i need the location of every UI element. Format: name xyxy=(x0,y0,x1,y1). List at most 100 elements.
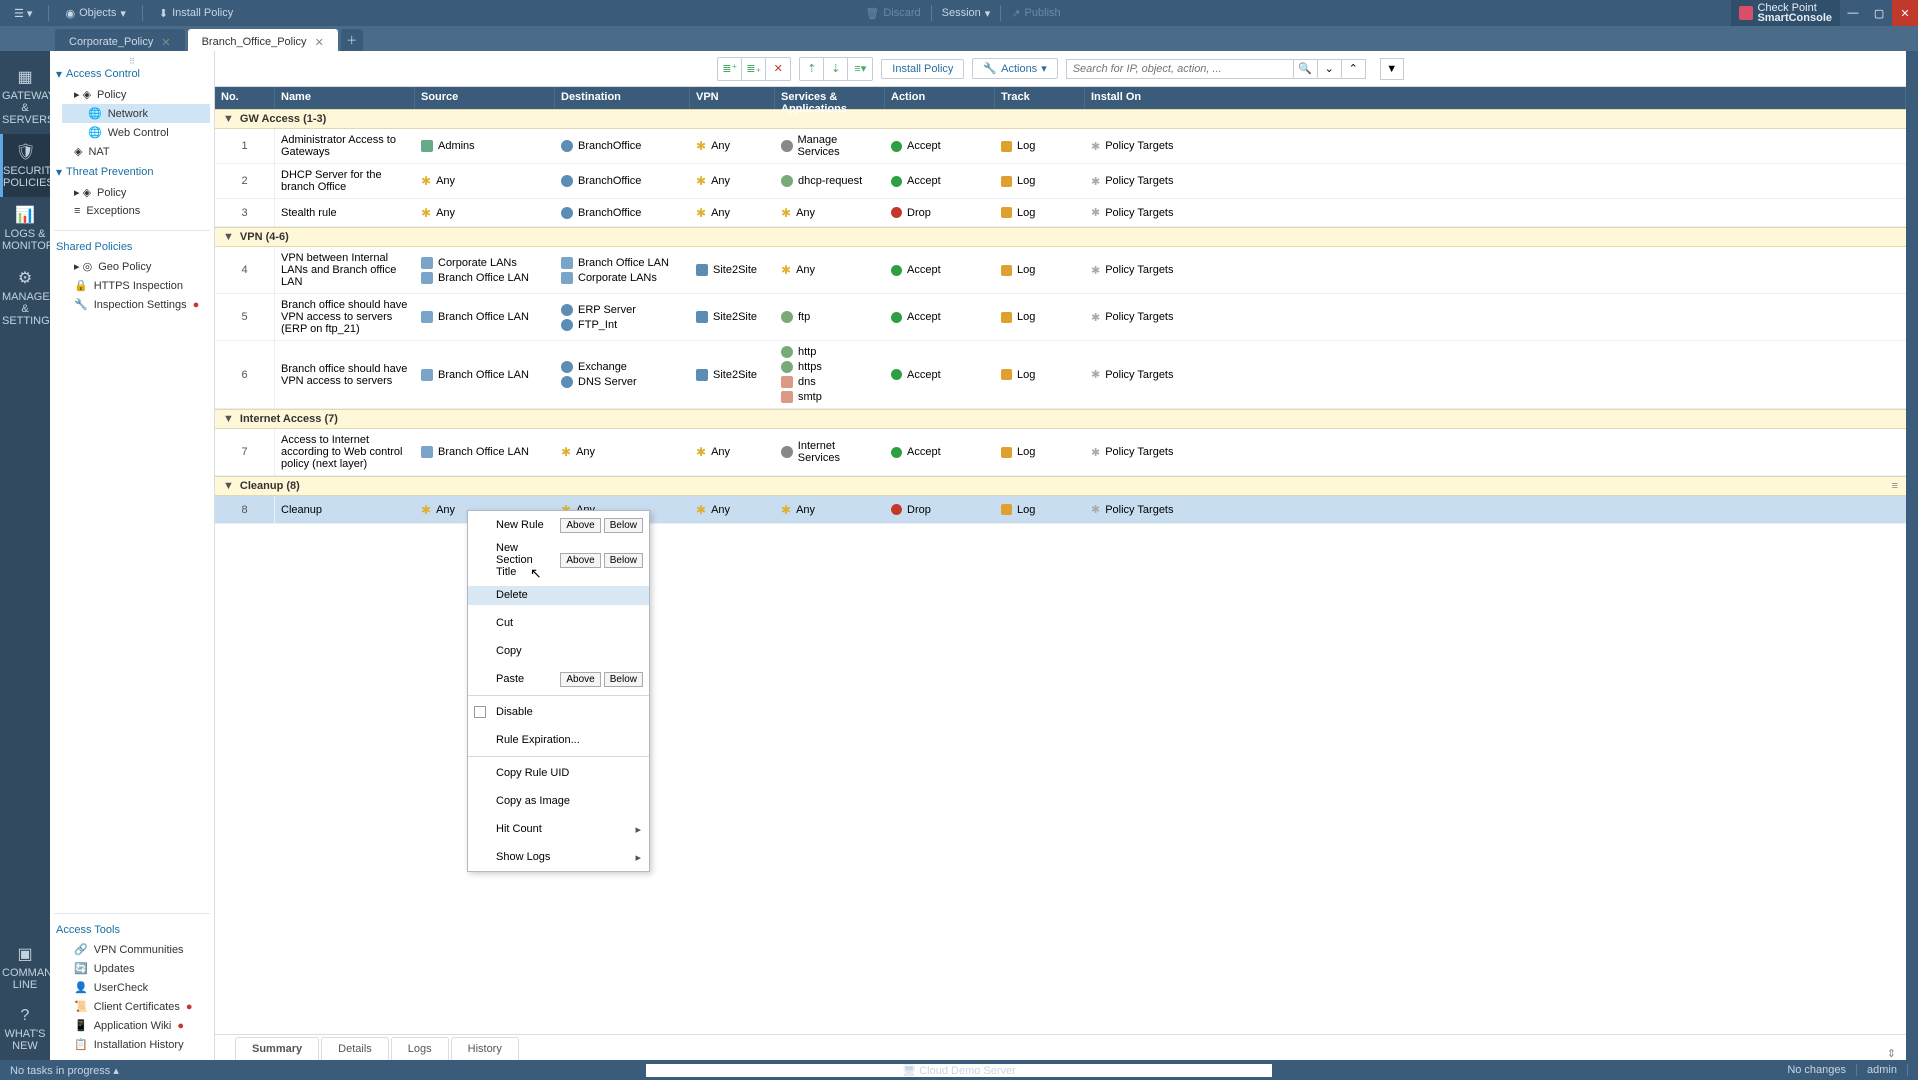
rule-row-2[interactable]: 2 DHCP Server for the branch Office ✱Any… xyxy=(215,164,1906,199)
nav-installation-history[interactable]: 📋 Installation History xyxy=(62,1035,210,1054)
tasks-status[interactable]: No tasks in progress ▴ xyxy=(10,1064,119,1077)
nav-https-inspection[interactable]: 🔒 HTTPS Inspection xyxy=(62,276,210,295)
install-policy-button[interactable]: ⬇ Install Policy xyxy=(153,5,239,22)
nav-tp-policy[interactable]: ▸ ◈ Policy xyxy=(62,183,210,202)
search-input[interactable] xyxy=(1066,59,1294,79)
server-indicator[interactable]: 🖥 Cloud Demo Server xyxy=(902,1064,1016,1077)
tab-corporate-policy[interactable]: Corporate_Policy✕ xyxy=(55,29,185,51)
menu-button[interactable]: ☰ ▾ xyxy=(8,5,38,22)
discard-button[interactable]: 🗑 Discard xyxy=(859,5,926,22)
close-button[interactable]: ✕ xyxy=(1892,0,1918,26)
ctx-copy[interactable]: Copy xyxy=(468,642,649,661)
nav-policy[interactable]: ▸ ◈ Policy xyxy=(62,85,210,104)
collapse-button[interactable]: ⇣ xyxy=(824,58,848,80)
nav-exceptions[interactable]: ≡ Exceptions xyxy=(62,202,210,220)
col-install-on[interactable]: Install On xyxy=(1085,87,1906,109)
right-rail[interactable] xyxy=(1906,51,1918,1060)
col-vpn[interactable]: VPN xyxy=(690,87,775,109)
nav-vpn-communities[interactable]: 🔗 VPN Communities xyxy=(62,940,210,959)
col-source[interactable]: Source xyxy=(415,87,555,109)
col-action[interactable]: Action xyxy=(885,87,995,109)
btab-summary[interactable]: Summary xyxy=(235,1037,319,1060)
ctx-rule-expiration[interactable]: Rule Expiration... xyxy=(468,731,649,750)
expand-pane-button[interactable]: ⇕ xyxy=(1887,1047,1896,1060)
user-label[interactable]: admin xyxy=(1867,1064,1897,1076)
view-options-button[interactable]: ≡▾ xyxy=(848,58,872,80)
close-tab-icon[interactable]: ✕ xyxy=(161,36,170,49)
nav-app-wiki[interactable]: 📱 Application Wiki ● xyxy=(62,1016,210,1035)
ctx-show-logs[interactable]: Show Logs▸ xyxy=(468,848,649,867)
col-services[interactable]: Services & Applications xyxy=(775,87,885,109)
nav-network[interactable]: 🌐 Network xyxy=(62,104,210,123)
search-button[interactable]: 🔍 xyxy=(1294,59,1318,79)
nav-web-control[interactable]: 🌐 Web Control xyxy=(62,123,210,142)
rule-row-7[interactable]: 7 Access to Internet according to Web co… xyxy=(215,429,1906,476)
ctx-new-rule-above[interactable]: Above xyxy=(560,518,600,533)
section-cleanup[interactable]: ▼Cleanup (8)≡ xyxy=(215,476,1906,496)
search-prev-button[interactable]: ⌃ xyxy=(1342,59,1366,79)
minimize-button[interactable]: — xyxy=(1840,0,1866,26)
rule-row-3[interactable]: 3 Stealth rule ✱Any BranchOffice ✱Any ✱A… xyxy=(215,199,1906,227)
rail-logs[interactable]: 📊LOGS & MONITOR xyxy=(0,197,50,260)
rail-gateways[interactable]: ▦GATEWAYS & SERVERS xyxy=(0,59,50,134)
rail-manage[interactable]: ⚙MANAGE & SETTINGS xyxy=(0,260,50,335)
ctx-cut[interactable]: Cut xyxy=(468,614,649,633)
maximize-button[interactable]: ▢ xyxy=(1866,0,1892,26)
nav-usercheck[interactable]: 👤 UserCheck xyxy=(62,978,210,997)
ctx-paste-below[interactable]: Below xyxy=(604,672,643,687)
install-policy-toolbar-button[interactable]: Install Policy xyxy=(881,59,964,79)
add-tab-button[interactable]: ＋ xyxy=(341,29,363,51)
rule-row-6[interactable]: 6 Branch office should have VPN access t… xyxy=(215,341,1906,409)
ctx-new-section[interactable]: New Section Title xyxy=(468,539,560,581)
add-rule-bottom-button[interactable]: ≣₊ xyxy=(742,58,766,80)
session-menu[interactable]: Session ▾ xyxy=(936,5,997,22)
col-no[interactable]: No. xyxy=(215,87,275,109)
col-name[interactable]: Name xyxy=(275,87,415,109)
accept-icon xyxy=(891,312,902,323)
btab-history[interactable]: History xyxy=(451,1037,519,1060)
ctx-copy-image[interactable]: Copy as Image xyxy=(468,792,649,811)
ctx-paste-above[interactable]: Above xyxy=(560,672,600,687)
service-group-icon xyxy=(781,446,793,458)
close-tab-icon[interactable]: ✕ xyxy=(315,36,324,49)
col-destination[interactable]: Destination xyxy=(555,87,690,109)
delete-rule-button[interactable]: ✕ xyxy=(766,58,790,80)
ctx-paste[interactable]: Paste xyxy=(468,670,560,689)
publish-button[interactable]: ↗ Publish xyxy=(1005,5,1066,22)
ctx-copy-uid[interactable]: Copy Rule UID xyxy=(468,764,649,783)
ctx-hit-count[interactable]: Hit Count▸ xyxy=(468,820,649,839)
ctx-disable[interactable]: Disable xyxy=(468,703,649,722)
ctx-new-rule-below[interactable]: Below xyxy=(604,518,643,533)
nav-inspection-settings[interactable]: 🔧 Inspection Settings ● xyxy=(62,295,210,314)
rule-row-5[interactable]: 5 Branch office should have VPN access t… xyxy=(215,294,1906,341)
nav-updates[interactable]: 🔄 Updates xyxy=(62,959,210,978)
btab-logs[interactable]: Logs xyxy=(391,1037,449,1060)
ctx-new-rule[interactable]: New Rule xyxy=(468,516,560,535)
nav-nat[interactable]: ◈ NAT xyxy=(62,142,210,161)
nav-client-certs[interactable]: 📜 Client Certificates ● xyxy=(62,997,210,1016)
rule-row-1[interactable]: 1 Administrator Access to Gateways Admin… xyxy=(215,129,1906,164)
expand-button[interactable]: ⇡ xyxy=(800,58,824,80)
add-rule-top-button[interactable]: ≣⁺ xyxy=(718,58,742,80)
rail-whats-new[interactable]: ?WHAT'S NEW xyxy=(0,999,50,1060)
section-gw-access[interactable]: ▼GW Access (1-3) xyxy=(215,109,1906,129)
section-access-control[interactable]: ▾ Access Control xyxy=(54,63,210,85)
section-internet[interactable]: ▼Internet Access (7) xyxy=(215,409,1906,429)
col-track[interactable]: Track xyxy=(995,87,1085,109)
ctx-delete[interactable]: Delete xyxy=(468,586,649,605)
actions-menu-button[interactable]: 🔧 Actions ▾ xyxy=(972,58,1057,79)
host-icon xyxy=(561,207,573,219)
btab-details[interactable]: Details xyxy=(321,1037,389,1060)
objects-menu[interactable]: ◉ Objects ▾ xyxy=(59,5,131,22)
rule-row-4[interactable]: 4 VPN between Internal LANs and Branch o… xyxy=(215,247,1906,294)
filter-button[interactable]: ▼ xyxy=(1380,58,1404,80)
ctx-new-section-above[interactable]: Above xyxy=(560,553,600,568)
section-threat-prevention[interactable]: ▾ Threat Prevention xyxy=(54,161,210,183)
search-next-button[interactable]: ⌄ xyxy=(1318,59,1342,79)
section-vpn[interactable]: ▼VPN (4-6) xyxy=(215,227,1906,247)
rail-command-line[interactable]: ▣COMMAND LINE xyxy=(0,936,50,999)
rail-security-policies[interactable]: 🛡SECURITY POLICIES xyxy=(0,134,50,197)
ctx-new-section-below[interactable]: Below xyxy=(604,553,643,568)
nav-geo-policy[interactable]: ▸ ◎ Geo Policy xyxy=(62,257,210,276)
tab-branch-office-policy[interactable]: Branch_Office_Policy✕ xyxy=(188,29,338,51)
